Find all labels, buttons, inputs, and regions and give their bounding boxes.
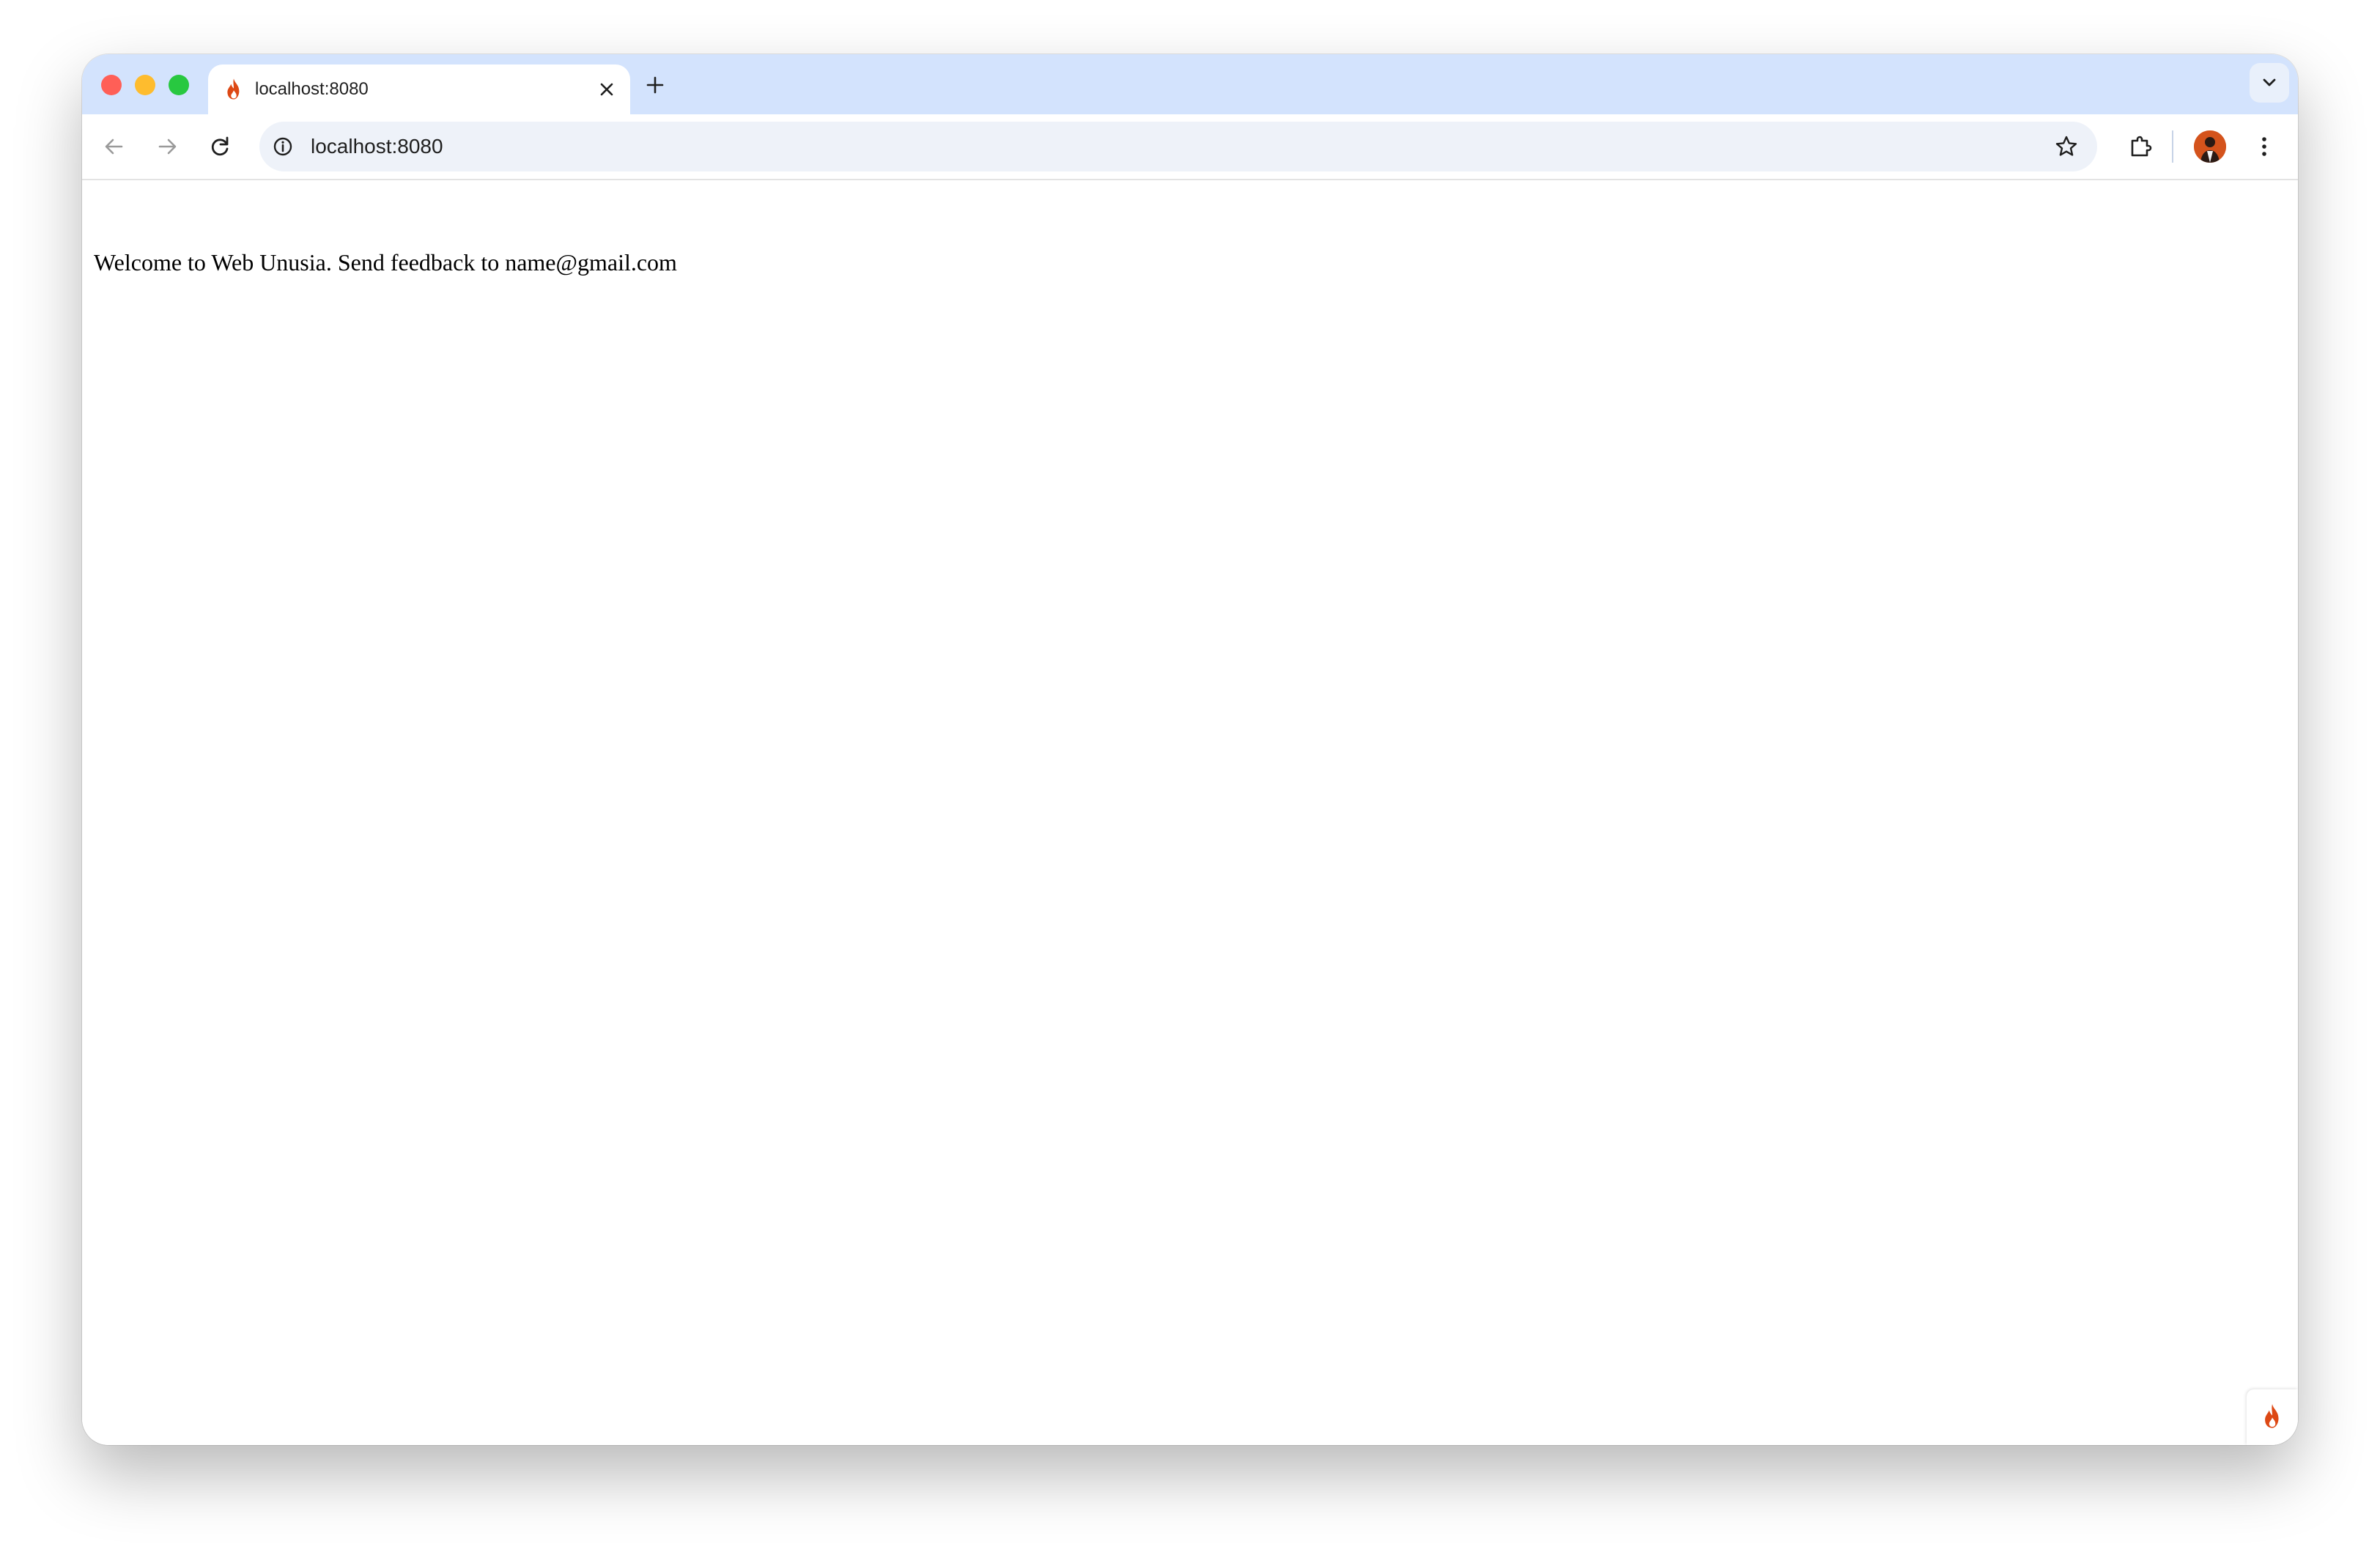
address-bar-url[interactable]: localhost:8080 [311,135,443,158]
new-tab-plus-icon[interactable] [640,70,670,100]
welcome-message: Welcome to Web Unusia. Send feedback to … [94,249,677,276]
page-content: Welcome to Web Unusia. Send feedback to … [82,180,2298,1445]
reload-icon[interactable] [202,129,237,164]
maximize-window-button[interactable] [169,75,189,95]
codeigniter-flame-icon [2265,1404,2279,1428]
flame-favicon-icon [223,78,245,101]
profile-avatar[interactable] [2194,130,2226,163]
active-tab[interactable]: localhost:8080 [208,64,630,114]
tab-title: localhost:8080 [255,79,369,99]
toolbar-separator [2172,130,2173,163]
tab-strip: localhost:8080 [82,54,2298,114]
address-bar[interactable]: localhost:8080 [259,122,2097,171]
debug-toolbar-toggle[interactable] [2247,1389,2298,1445]
site-info-icon[interactable] [270,133,296,160]
browser-toolbar: localhost:8080 [82,114,2298,180]
forward-arrow-icon[interactable] [149,129,185,164]
minimize-window-button[interactable] [135,75,155,95]
close-window-button[interactable] [101,75,122,95]
extensions-puzzle-icon[interactable] [2124,129,2159,164]
close-tab-icon[interactable] [594,76,620,103]
bookmark-star-icon[interactable] [2052,132,2081,161]
browser-menu-icon[interactable] [2247,129,2282,164]
browser-window: localhost:8080 localhost:8080 Welcome to… [82,54,2298,1445]
tab-search-button[interactable] [2250,63,2289,103]
back-arrow-icon[interactable] [97,129,132,164]
chevron-down-icon [2263,78,2276,86]
